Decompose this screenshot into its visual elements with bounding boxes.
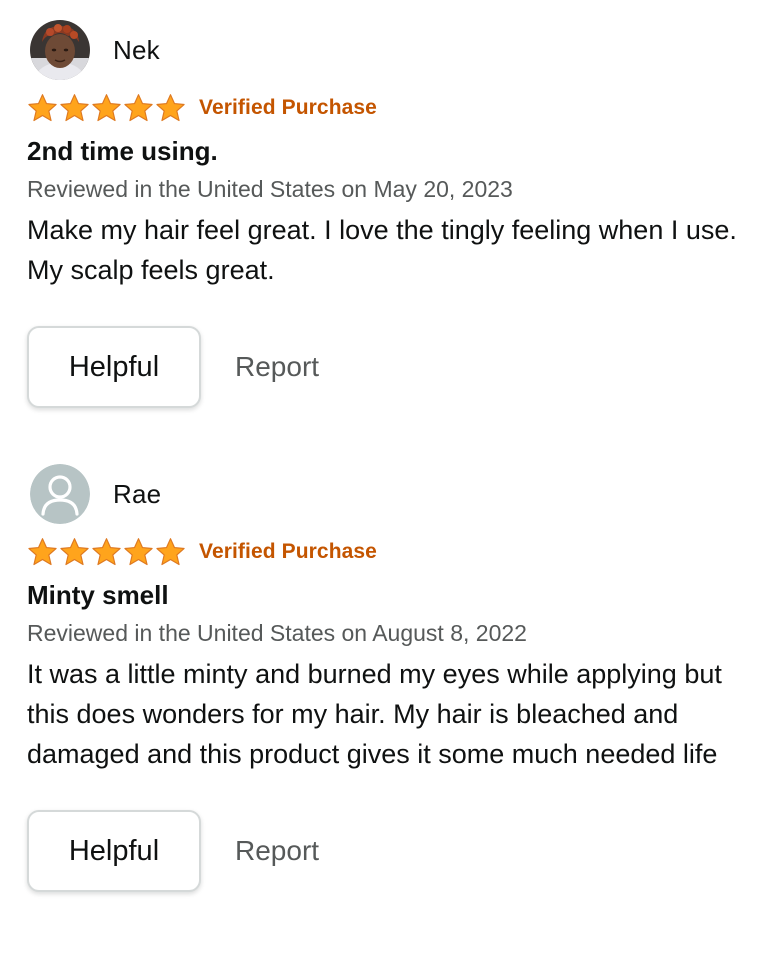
star-rating[interactable] [27, 537, 186, 567]
avatar[interactable] [30, 464, 90, 524]
review-date: Reviewed in the United States on August … [27, 620, 527, 646]
report-link[interactable]: Report [235, 835, 319, 867]
helpful-button[interactable]: Helpful [27, 326, 201, 408]
star-icon [124, 538, 153, 566]
reviewer-profile[interactable]: Rae [27, 464, 747, 524]
user-photo-icon [30, 20, 90, 80]
verified-purchase-badge: Verified Purchase [199, 96, 377, 119]
review-body: It was a little minty and burned my eyes… [27, 659, 722, 769]
star-icon [156, 94, 185, 122]
review-card: Rae Verified Purchase Minty smell Review… [27, 464, 747, 892]
default-user-icon [30, 464, 90, 524]
review-date: Reviewed in the United States on May 20,… [27, 176, 513, 202]
verified-purchase-badge: Verified Purchase [199, 540, 377, 563]
star-icon [156, 538, 185, 566]
star-icon [28, 94, 57, 122]
rating-row: Verified Purchase [27, 93, 747, 123]
star-icon [92, 538, 121, 566]
star-icon [28, 538, 57, 566]
review-body: Make my hair feel great. I love the ting… [27, 215, 737, 285]
helpful-button[interactable]: Helpful [27, 810, 201, 892]
review-title: 2nd time using. [27, 136, 218, 166]
star-icon [92, 94, 121, 122]
review-actions: Helpful Report [27, 810, 747, 892]
review-card: Nek Verified Purchase 2nd time using. Re… [27, 20, 747, 408]
review-actions: Helpful Report [27, 326, 747, 408]
star-icon [60, 94, 89, 122]
report-link[interactable]: Report [235, 351, 319, 383]
reviewer-name[interactable]: Rae [113, 479, 161, 510]
avatar[interactable] [30, 20, 90, 80]
star-icon [124, 94, 153, 122]
review-title: Minty smell [27, 580, 169, 610]
star-rating[interactable] [27, 93, 186, 123]
rating-row: Verified Purchase [27, 537, 747, 567]
reviewer-name[interactable]: Nek [113, 35, 160, 66]
reviewer-profile[interactable]: Nek [27, 20, 747, 80]
star-icon [60, 538, 89, 566]
